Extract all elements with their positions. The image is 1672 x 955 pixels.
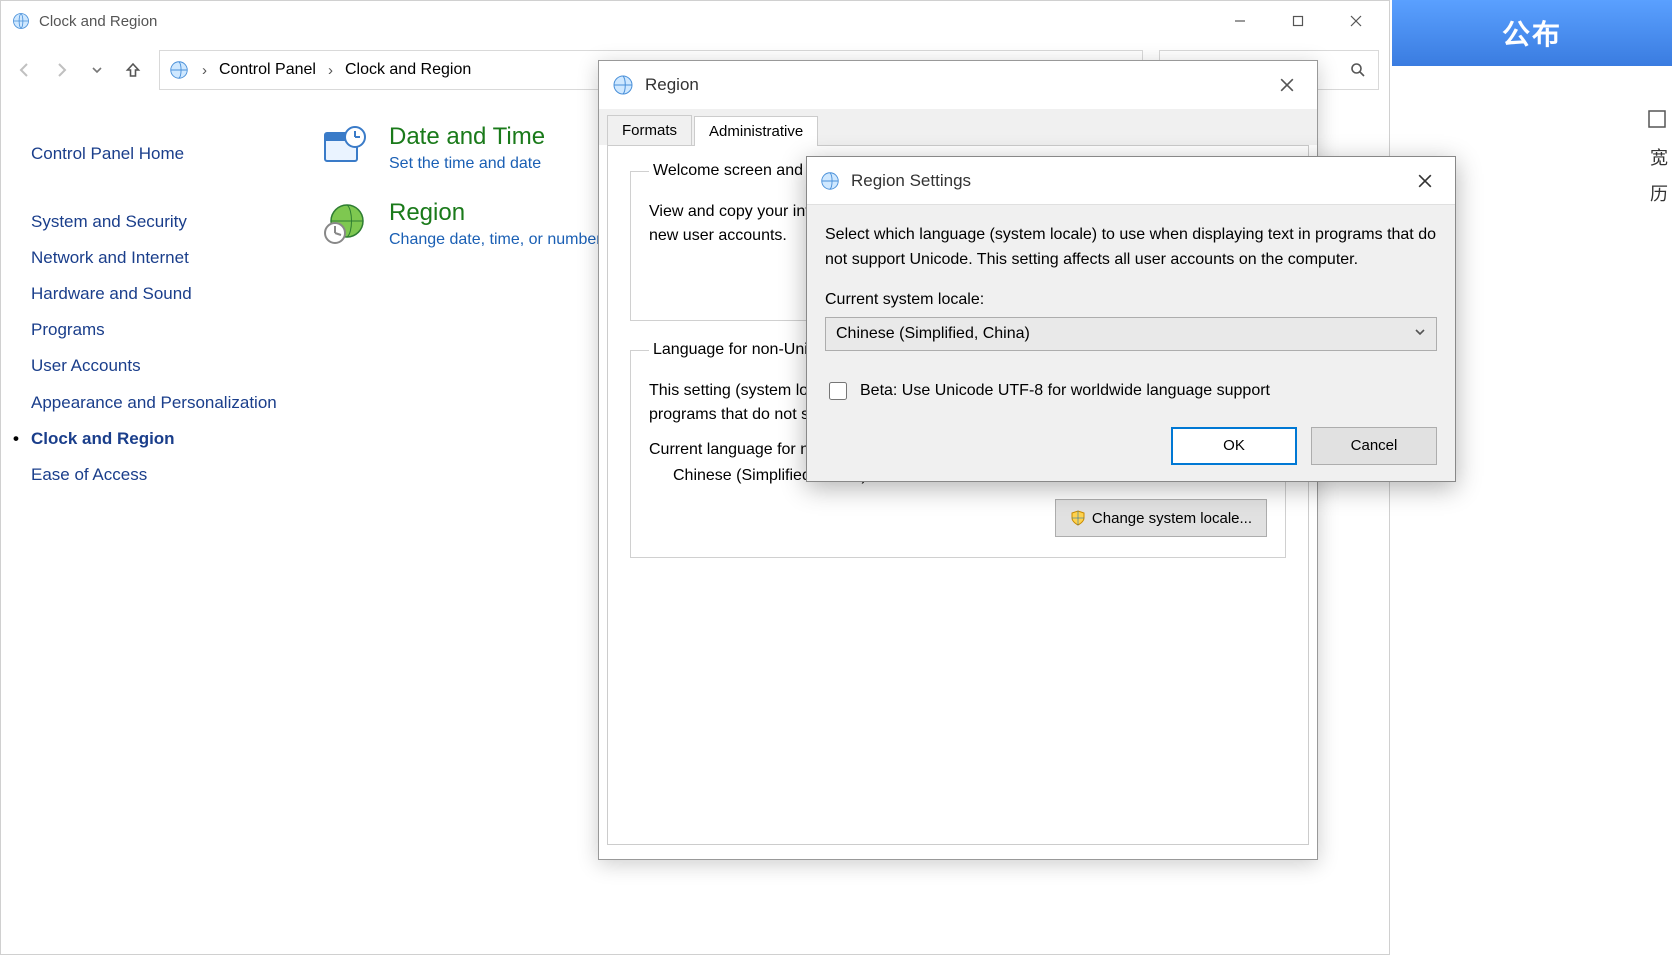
- category-sublink[interactable]: Set the time and date: [389, 155, 545, 173]
- system-locale-label: Current system locale:: [825, 291, 1437, 309]
- region-dialog-titlebar: Region: [599, 61, 1317, 109]
- up-button[interactable]: [119, 56, 147, 84]
- change-system-locale-button[interactable]: Change system locale...: [1055, 499, 1267, 537]
- region-tabs: Formats Administrative: [599, 109, 1317, 145]
- sidebar-item-clock-region[interactable]: Clock and Region: [31, 428, 281, 450]
- region-settings-dialog: Region Settings Select which language (s…: [806, 156, 1456, 482]
- region-icon: [321, 199, 369, 247]
- sidebar-item-system-security[interactable]: System and Security: [31, 211, 281, 233]
- date-time-icon: [321, 123, 369, 171]
- back-button[interactable]: [11, 56, 39, 84]
- tab-formats[interactable]: Formats: [607, 115, 692, 145]
- utf8-checkbox-label: Beta: Use Unicode UTF-8 for worldwide la…: [860, 382, 1270, 400]
- region-settings-titlebar: Region Settings: [807, 157, 1455, 205]
- globe-clock-icon: [11, 11, 31, 31]
- sidebar-item-appearance[interactable]: Appearance and Personalization: [31, 392, 281, 414]
- tab-administrative[interactable]: Administrative: [694, 116, 818, 146]
- chevron-down-icon: [1414, 325, 1426, 343]
- minimize-button[interactable]: [1211, 1, 1269, 41]
- sidebar-item-network[interactable]: Network and Internet: [31, 247, 281, 269]
- globe-icon: [611, 73, 635, 97]
- forward-button[interactable]: [47, 56, 75, 84]
- background-banner: 公布: [1392, 0, 1672, 66]
- cancel-button[interactable]: Cancel: [1311, 427, 1437, 465]
- system-locale-value: Chinese (Simplified, China): [836, 325, 1030, 343]
- search-icon: [1350, 62, 1366, 78]
- category-title[interactable]: Date and Time: [389, 123, 545, 151]
- recent-dropdown-icon[interactable]: [83, 56, 111, 84]
- sidebar: Control Panel Home System and Security N…: [31, 119, 281, 500]
- utf8-checkbox[interactable]: [829, 382, 847, 400]
- shield-icon: [1070, 510, 1086, 526]
- region-dialog-close-button[interactable]: [1263, 61, 1311, 109]
- system-locale-dropdown[interactable]: Chinese (Simplified, China): [825, 317, 1437, 351]
- expand-icon: [1648, 110, 1666, 128]
- ok-button[interactable]: OK: [1171, 427, 1297, 465]
- globe-icon: [819, 170, 841, 192]
- sidebar-item-home[interactable]: Control Panel Home: [31, 143, 281, 165]
- breadcrumb-item[interactable]: Clock and Region: [345, 61, 471, 79]
- sidebar-item-programs[interactable]: Programs: [31, 319, 281, 341]
- titlebar: Clock and Region: [1, 1, 1389, 41]
- background-side-text: 宽 历: [1632, 110, 1672, 190]
- maximize-button[interactable]: [1269, 1, 1327, 41]
- region-settings-title: Region Settings: [851, 171, 1401, 191]
- sidebar-item-hardware[interactable]: Hardware and Sound: [31, 283, 281, 305]
- region-dialog-title: Region: [645, 75, 1263, 95]
- address-globe-icon: [168, 59, 190, 81]
- chevron-right-icon: ›: [328, 62, 333, 79]
- region-settings-close-button[interactable]: [1401, 157, 1449, 204]
- chevron-right-icon: ›: [202, 62, 207, 79]
- window-title: Clock and Region: [39, 13, 1211, 30]
- region-settings-description: Select which language (system locale) to…: [825, 223, 1437, 273]
- close-button[interactable]: [1327, 1, 1385, 41]
- sidebar-item-user-accounts[interactable]: User Accounts: [31, 355, 281, 377]
- utf8-checkbox-row[interactable]: Beta: Use Unicode UTF-8 for worldwide la…: [825, 379, 1437, 403]
- breadcrumb-item[interactable]: Control Panel: [219, 61, 316, 79]
- sidebar-item-ease-access[interactable]: Ease of Access: [31, 464, 281, 486]
